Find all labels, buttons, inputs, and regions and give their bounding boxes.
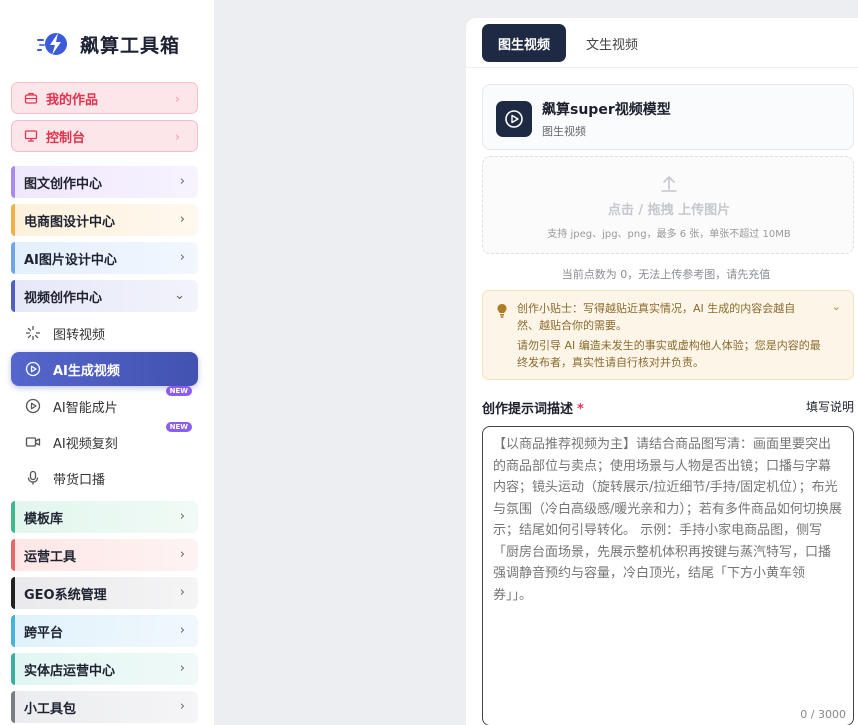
chevron-right-icon: ›	[179, 699, 185, 714]
play-circle-icon	[25, 398, 41, 414]
points-notice: 当前点数为 0，无法上传参考图，请先充值	[561, 268, 771, 281]
chevron-right-icon: ›	[179, 250, 185, 265]
microphone-icon	[25, 470, 41, 486]
play-circle-icon	[25, 361, 41, 377]
chevron-right-icon: ›	[175, 130, 180, 144]
sidebar-category-categories_bottom-4[interactable]: 实体店运营中心 ›	[11, 653, 198, 685]
sidebar-item-label: AI智能成片	[53, 400, 118, 416]
sidebar-item-label: 图转视频	[53, 327, 106, 343]
sidebar-item-label: AI生成视频	[53, 363, 120, 379]
tip-line-1: 创作小贴士：写得越贴近真实情况，AI 生成的内容会越自然、越贴合你的需要。	[517, 302, 796, 332]
new-badge: NEW	[165, 386, 192, 396]
prompt-label-text: 创作提示词描述	[482, 402, 574, 417]
sidebar-item-label: 带货口播	[53, 472, 106, 488]
video-generation-panel: 图生视频 文生视频 飙算super视频模型 图生视频 点击 / 拖拽 上传图片 …	[466, 18, 858, 725]
chevron-down-icon[interactable]: ⌄	[832, 300, 841, 313]
model-title: 飙算super视频模型	[542, 102, 671, 118]
sidebar-item-label: AI视频复刻	[53, 436, 118, 452]
sparkle-icon	[25, 325, 41, 341]
model-selector[interactable]: 飙算super视频模型 图生视频	[482, 84, 854, 150]
sidebar-item-video-3[interactable]: AI视频复刻 NEW	[11, 422, 198, 458]
category-label: 电商图设计中心	[24, 214, 116, 230]
category-accent-bar	[11, 615, 15, 647]
category-label: 实体店运营中心	[24, 663, 116, 679]
required-mark: *	[577, 402, 584, 417]
sidebar-category-categories_bottom-5[interactable]: 小工具包 ›	[11, 691, 198, 723]
lightbulb-icon	[496, 303, 508, 319]
category-accent-bar	[11, 691, 15, 723]
category-label: 小工具包	[24, 701, 77, 717]
chevron-right-icon: ›	[179, 661, 185, 676]
monitor-icon	[24, 129, 38, 143]
sidebar-category-categories_top-1[interactable]: 电商图设计中心 ›	[11, 204, 198, 236]
prompt-label: 创作提示词描述 *	[482, 398, 584, 417]
category-label: 运营工具	[24, 549, 77, 565]
tab-image-to-video[interactable]: 图生视频	[482, 24, 566, 62]
chevron-right-icon: ›	[179, 212, 185, 227]
chevron-down-icon: ⌄	[174, 288, 185, 303]
category-label: GEO系统管理	[24, 587, 107, 603]
category-label: 视频创作中心	[24, 290, 103, 306]
sidebar-category-categories_bottom-3[interactable]: 跨平台 ›	[11, 615, 198, 647]
quick-item-1[interactable]: 控制台 ›	[11, 120, 198, 152]
category-accent-bar	[11, 280, 15, 312]
chevron-right-icon: ›	[179, 623, 185, 638]
image-upload-area[interactable]: 点击 / 拖拽 上传图片 支持 jpeg、jpg、png，最多 6 张，单张不超…	[482, 156, 854, 254]
tip-line-2: 请勿引导 AI 编造未发生的事实或虚构他人体验；您是内容的最终发布者，真实性请自…	[517, 339, 821, 369]
chevron-right-icon: ›	[175, 92, 180, 106]
chevron-right-icon: ›	[179, 174, 185, 189]
tab-text-to-video[interactable]: 文生视频	[586, 24, 638, 62]
category-accent-bar	[11, 577, 15, 609]
creation-tip: 创作小贴士：写得越贴近真实情况，AI 生成的内容会越自然、越贴合你的需要。 请勿…	[482, 290, 854, 380]
category-accent-bar	[11, 242, 15, 274]
upload-hint: 支持 jpeg、jpg、png，最多 6 张，单张不超过 10MB	[547, 229, 791, 240]
category-accent-bar	[11, 653, 15, 685]
char-counter: 0 / 3000	[800, 708, 846, 721]
play-circle-icon	[496, 101, 532, 137]
video-camera-icon	[25, 434, 41, 450]
upload-icon	[659, 173, 679, 193]
category-label: 跨平台	[24, 625, 64, 641]
sidebar-category-categories_top-0[interactable]: 图文创作中心 ›	[11, 166, 198, 198]
quick-item-0[interactable]: 我的作品 ›	[11, 82, 198, 114]
app-logo[interactable]: 飙算工具箱	[36, 28, 180, 60]
sidebar-category-categories_bottom-1[interactable]: 运营工具 ›	[11, 539, 198, 571]
sidebar: 飙算工具箱 我的作品 › 控制台 › 图文创作中心 › 电商图设计中心 › AI图片设计中心 ›…	[0, 0, 214, 725]
sidebar-item-video-2[interactable]: AI智能成片 NEW	[11, 386, 198, 422]
quick-item-label: 控制台	[46, 130, 86, 146]
sidebar-item-video-0[interactable]: 图转视频	[11, 317, 198, 349]
sidebar-category-categories_bottom-2[interactable]: GEO系统管理 ›	[11, 577, 198, 609]
category-label: AI图片设计中心	[24, 252, 117, 268]
sidebar-category-categories_bottom-0[interactable]: 模板库 ›	[11, 501, 198, 533]
sidebar-item-video-4[interactable]: 带货口播	[11, 462, 198, 494]
app-name: 飙算工具箱	[80, 34, 181, 57]
model-subtitle: 图生视频	[542, 125, 586, 138]
quick-item-label: 我的作品	[46, 92, 99, 108]
category-accent-bar	[11, 539, 15, 571]
category-accent-bar	[11, 166, 15, 198]
prompt-input[interactable]	[482, 426, 854, 725]
sidebar-category-categories_top-3[interactable]: 视频创作中心 ⌄	[11, 280, 198, 312]
category-accent-bar	[11, 501, 15, 533]
category-label: 模板库	[24, 511, 64, 527]
chevron-right-icon: ›	[179, 509, 185, 524]
chevron-right-icon: ›	[179, 585, 185, 600]
fill-instructions-link[interactable]: 填写说明	[806, 398, 854, 415]
mode-tabs: 图生视频 文生视频	[466, 18, 858, 68]
new-badge: NEW	[165, 422, 192, 432]
sidebar-category-categories_top-2[interactable]: AI图片设计中心 ›	[11, 242, 198, 274]
category-accent-bar	[11, 204, 15, 236]
logo-icon	[36, 28, 72, 60]
sidebar-item-video-1[interactable]: AI生成视频	[11, 352, 198, 386]
upload-title: 点击 / 拖拽 上传图片	[607, 203, 731, 218]
category-label: 图文创作中心	[24, 176, 103, 192]
briefcase-icon	[24, 91, 38, 105]
chevron-right-icon: ›	[179, 547, 185, 562]
